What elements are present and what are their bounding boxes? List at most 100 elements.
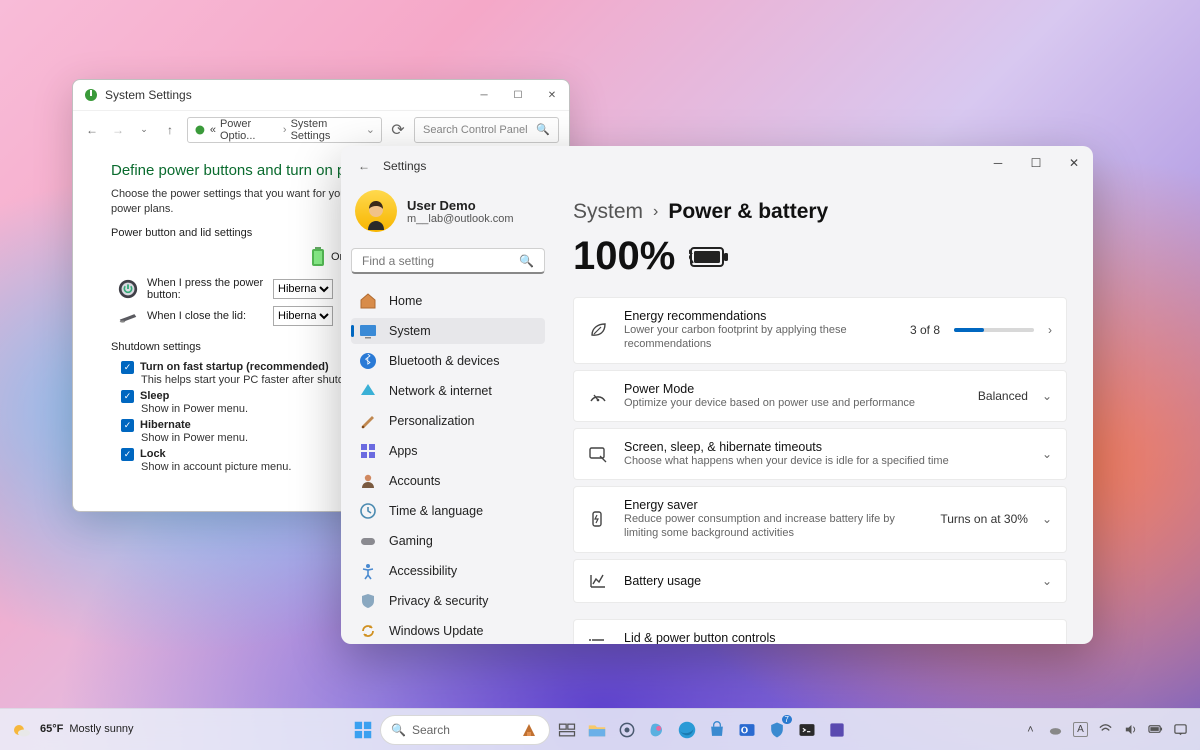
chevron-right-icon: › <box>653 203 658 221</box>
checkbox-icon[interactable]: ✓ <box>121 419 134 432</box>
nav-back-icon[interactable]: ← <box>83 123 101 137</box>
wifi-icon <box>359 382 377 400</box>
cp-close-button[interactable]: ✕ <box>535 80 569 110</box>
notification-tray-icon[interactable] <box>1173 722 1188 737</box>
sidebar-item-gaming[interactable]: Gaming <box>351 528 545 554</box>
volume-icon[interactable] <box>1123 722 1138 737</box>
settings-title: Settings <box>383 159 426 173</box>
onedrive-icon[interactable] <box>1048 722 1063 737</box>
user-card[interactable]: User Demo m__lab@outlook.com <box>351 186 545 244</box>
taskbar-weather[interactable]: 65°FMostly sunny <box>0 719 134 741</box>
checkbox-icon[interactable]: ✓ <box>121 390 134 403</box>
battery-tray-icon[interactable] <box>1148 722 1163 737</box>
accessibility-icon <box>359 562 377 580</box>
search-highlight-icon <box>519 720 539 740</box>
cp-search-placeholder: Search Control Panel <box>423 124 528 136</box>
card-energy-saver[interactable]: Energy saverReduce power consumption and… <box>573 486 1067 553</box>
sidebar-item-accessibility[interactable]: Accessibility <box>351 558 545 584</box>
checkbox-icon[interactable]: ✓ <box>121 448 134 461</box>
sidebar-item-system[interactable]: System <box>351 318 545 344</box>
copilot-button[interactable] <box>644 717 670 743</box>
cp-search-box[interactable]: Search Control Panel 🔍 <box>414 117 559 143</box>
card-timeouts[interactable]: Screen, sleep, & hibernate timeoutsChoos… <box>573 428 1067 480</box>
explorer-button[interactable] <box>584 717 610 743</box>
app-button[interactable] <box>824 717 850 743</box>
battery-summary: 100% <box>573 234 1067 279</box>
breadcrumb-parent[interactable]: System <box>573 200 643 224</box>
address-dropdown-icon[interactable]: ⌄ <box>366 123 375 136</box>
language-icon[interactable]: A <box>1073 722 1088 737</box>
power-options-icon <box>83 87 99 103</box>
update-icon <box>359 622 377 640</box>
taskbar-search[interactable]: 🔍Search <box>380 715 550 745</box>
nav-up-icon[interactable]: ↑ <box>161 123 179 137</box>
sidebar-item-time[interactable]: Time & language <box>351 498 545 524</box>
nav-recent-icon[interactable]: ⌄ <box>135 124 153 135</box>
lid-label: When I close the lid: <box>147 310 265 322</box>
taskbar: 65°FMostly sunny 🔍Search 7 ˄ A <box>0 708 1200 750</box>
sidebar-item-bluetooth[interactable]: Bluetooth & devices <box>351 348 545 374</box>
card-energy-recommendations[interactable]: Energy recommendationsLower your carbon … <box>573 297 1067 364</box>
energy-saver-value: Turns on at 30% <box>940 512 1028 526</box>
clock-icon <box>359 502 377 520</box>
checkbox-icon[interactable]: ✓ <box>121 361 134 374</box>
breadcrumb-leaf[interactable]: System Settings <box>291 118 358 142</box>
battery-icon <box>311 247 325 267</box>
chevron-down-icon: ⌄ <box>1042 574 1052 588</box>
sidebar-item-home[interactable]: Home <box>351 288 545 314</box>
sidebar-item-personalization[interactable]: Personalization <box>351 408 545 434</box>
security-button[interactable]: 7 <box>764 717 790 743</box>
chevron-down-icon: ⌄ <box>1042 638 1052 644</box>
outlook-button[interactable] <box>734 717 760 743</box>
card-battery-usage[interactable]: Battery usage ⌄ <box>573 559 1067 603</box>
energy-progress-text: 3 of 8 <box>910 323 940 337</box>
breadcrumb-root[interactable]: Power Optio... <box>220 118 279 142</box>
back-icon[interactable]: ← <box>353 159 375 173</box>
task-view-button[interactable] <box>554 717 580 743</box>
cp-minimize-button[interactable]: ─ <box>467 80 501 110</box>
chevron-down-icon: ⌄ <box>1042 389 1052 403</box>
settings-search[interactable]: Find a setting 🔍 <box>351 248 545 274</box>
refresh-icon[interactable]: ⟳ <box>390 120 406 140</box>
nav-forward-icon[interactable]: → <box>109 123 127 137</box>
start-button[interactable] <box>350 717 376 743</box>
wifi-tray-icon[interactable] <box>1098 722 1113 737</box>
sidebar-item-accounts[interactable]: Accounts <box>351 468 545 494</box>
cp-title: System Settings <box>105 88 192 102</box>
settings-minimize-button[interactable]: ─ <box>979 146 1017 180</box>
terminal-button[interactable] <box>794 717 820 743</box>
settings-close-button[interactable]: ✕ <box>1055 146 1093 180</box>
sidebar-item-apps[interactable]: Apps <box>351 438 545 464</box>
settings-maximize-button[interactable]: ☐ <box>1017 146 1055 180</box>
cp-address-bar[interactable]: « Power Optio... › System Settings ⌄ <box>187 117 382 143</box>
settings-button[interactable] <box>614 717 640 743</box>
taskbar-center: 🔍Search 7 <box>350 715 850 745</box>
apps-icon <box>359 442 377 460</box>
settings-titlebar[interactable]: ← Settings ─ ☐ ✕ <box>341 146 1093 186</box>
card-power-mode[interactable]: Power ModeOptimize your device based on … <box>573 370 1067 422</box>
power-button-select[interactable]: Hibernate <box>273 279 333 299</box>
tray-chevron-icon[interactable]: ˄ <box>1023 722 1038 737</box>
edge-button[interactable] <box>674 717 700 743</box>
gauge-icon <box>588 386 608 406</box>
chevron-down-icon: ⌄ <box>1042 447 1052 461</box>
cp-titlebar[interactable]: System Settings ─ ☐ ✕ <box>73 80 569 110</box>
sidebar-item-network[interactable]: Network & internet <box>351 378 545 404</box>
list-icon <box>588 635 608 644</box>
settings-breadcrumb: System › Power & battery <box>573 200 1067 224</box>
search-icon: 🔍 <box>536 123 550 136</box>
accounts-icon <box>359 472 377 490</box>
settings-main: System › Power & battery 100% Energy rec… <box>555 186 1093 644</box>
settings-sidebar: User Demo m__lab@outlook.com Find a sett… <box>341 186 555 644</box>
store-button[interactable] <box>704 717 730 743</box>
lid-select[interactable]: Hibernate <box>273 306 333 326</box>
search-icon: 🔍 <box>391 723 406 737</box>
lid-icon <box>117 305 139 327</box>
cp-maximize-button[interactable]: ☐ <box>501 80 535 110</box>
chevron-down-icon: ⌄ <box>1042 512 1052 526</box>
energy-saver-icon <box>588 509 608 529</box>
power-button-icon <box>117 278 139 300</box>
sidebar-item-privacy[interactable]: Privacy & security <box>351 588 545 614</box>
sidebar-item-update[interactable]: Windows Update <box>351 618 545 644</box>
card-lid-controls[interactable]: Lid & power button controlsChoose what h… <box>573 619 1067 644</box>
